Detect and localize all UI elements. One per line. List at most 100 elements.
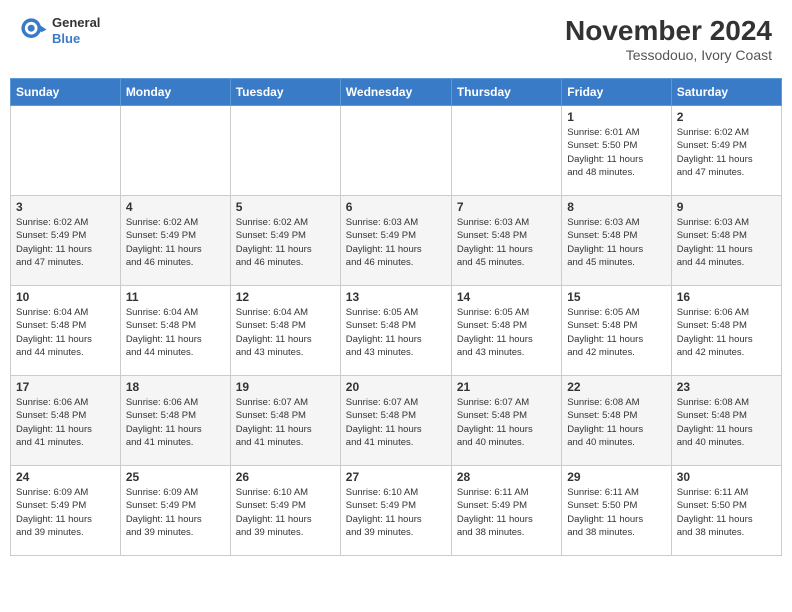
page-title: November 2024 <box>565 15 772 47</box>
calendar-day-header: Thursday <box>451 79 561 106</box>
day-info: Sunrise: 6:05 AM Sunset: 5:48 PM Dayligh… <box>567 306 665 359</box>
calendar-cell: 25 Sunrise: 6:09 AM Sunset: 5:49 PM Dayli… <box>120 466 230 556</box>
calendar-cell: 4Sunrise: 6:02 AM Sunset: 5:49 PM Daylig… <box>120 196 230 286</box>
calendar-cell: 18Sunrise: 6:06 AM Sunset: 5:48 PM Dayli… <box>120 376 230 466</box>
day-info: Sunrise: 6:06 AM Sunset: 5:48 PM Dayligh… <box>677 306 776 359</box>
calendar-body: 1 Sunrise: 6:01 AM Sunset: 5:50 PM Daylig… <box>11 106 782 556</box>
day-info: Sunrise: 6:11 AM Sunset: 5:50 PM Dayligh… <box>567 486 665 539</box>
day-info: Sunrise: 6:03 AM Sunset: 5:48 PM Dayligh… <box>677 216 776 269</box>
day-info: Sunrise: 6:07 AM Sunset: 5:48 PM Dayligh… <box>457 396 556 449</box>
calendar-cell: 19 Sunrise: 6:07 AM Sunset: 5:48 PM Dayli… <box>230 376 340 466</box>
day-number: 6 <box>346 200 446 214</box>
day-info: Sunrise: 6:04 AM Sunset: 5:48 PM Dayligh… <box>236 306 335 359</box>
day-number: 2 <box>677 110 776 124</box>
logo-text: General Blue <box>52 15 100 46</box>
day-info: Sunrise: 6:02 AM Sunset: 5:49 PM Dayligh… <box>126 216 225 269</box>
day-number: 10 <box>16 290 115 304</box>
calendar-cell: 30Sunrise: 6:11 AM Sunset: 5:50 PM Dayli… <box>671 466 781 556</box>
day-info: Sunrise: 6:03 AM Sunset: 5:49 PM Dayligh… <box>346 216 446 269</box>
day-info: Sunrise: 6:11 AM Sunset: 5:49 PM Dayligh… <box>457 486 556 539</box>
calendar-cell: 20 Sunrise: 6:07 AM Sunset: 5:48 PM Dayli… <box>340 376 451 466</box>
day-number: 16 <box>677 290 776 304</box>
day-number: 23 <box>677 380 776 394</box>
calendar-cell: 22Sunrise: 6:08 AM Sunset: 5:48 PM Dayli… <box>562 376 671 466</box>
calendar-cell <box>340 106 451 196</box>
day-number: 19 <box>236 380 335 394</box>
calendar-cell: 12 Sunrise: 6:04 AM Sunset: 5:48 PM Dayli… <box>230 286 340 376</box>
calendar-table: SundayMondayTuesdayWednesdayThursdayFrid… <box>10 78 782 556</box>
day-number: 17 <box>16 380 115 394</box>
day-info: Sunrise: 6:10 AM Sunset: 5:49 PM Dayligh… <box>346 486 446 539</box>
calendar-cell: 29 Sunrise: 6:11 AM Sunset: 5:50 PM Dayli… <box>562 466 671 556</box>
calendar-cell: 9 Sunrise: 6:03 AM Sunset: 5:48 PM Daylig… <box>671 196 781 286</box>
day-number: 28 <box>457 470 556 484</box>
day-info: Sunrise: 6:07 AM Sunset: 5:48 PM Dayligh… <box>346 396 446 449</box>
day-info: Sunrise: 6:03 AM Sunset: 5:48 PM Dayligh… <box>457 216 556 269</box>
calendar-week-row: 24 Sunrise: 6:09 AM Sunset: 5:49 PM Dayli… <box>11 466 782 556</box>
calendar-week-row: 1 Sunrise: 6:01 AM Sunset: 5:50 PM Daylig… <box>11 106 782 196</box>
day-number: 9 <box>677 200 776 214</box>
calendar-week-row: 10 Sunrise: 6:04 AM Sunset: 5:48 PM Dayli… <box>11 286 782 376</box>
day-info: Sunrise: 6:07 AM Sunset: 5:48 PM Dayligh… <box>236 396 335 449</box>
calendar-cell <box>11 106 121 196</box>
calendar-cell: 13Sunrise: 6:05 AM Sunset: 5:48 PM Dayli… <box>340 286 451 376</box>
day-info: Sunrise: 6:10 AM Sunset: 5:49 PM Dayligh… <box>236 486 335 539</box>
calendar-cell <box>451 106 561 196</box>
calendar-cell: 3Sunrise: 6:02 AM Sunset: 5:49 PM Daylig… <box>11 196 121 286</box>
calendar-cell: 2 Sunrise: 6:02 AM Sunset: 5:49 PM Daylig… <box>671 106 781 196</box>
calendar-cell: 10 Sunrise: 6:04 AM Sunset: 5:48 PM Dayli… <box>11 286 121 376</box>
day-info: Sunrise: 6:02 AM Sunset: 5:49 PM Dayligh… <box>16 216 115 269</box>
day-number: 11 <box>126 290 225 304</box>
day-number: 1 <box>567 110 665 124</box>
calendar-cell: 5 Sunrise: 6:02 AM Sunset: 5:49 PM Daylig… <box>230 196 340 286</box>
calendar-cell: 21Sunrise: 6:07 AM Sunset: 5:48 PM Dayli… <box>451 376 561 466</box>
day-info: Sunrise: 6:09 AM Sunset: 5:49 PM Dayligh… <box>16 486 115 539</box>
day-info: Sunrise: 6:03 AM Sunset: 5:48 PM Dayligh… <box>567 216 665 269</box>
page-header: General Blue November 2024 Tessodouo, Iv… <box>10 10 782 68</box>
day-number: 13 <box>346 290 446 304</box>
day-info: Sunrise: 6:09 AM Sunset: 5:49 PM Dayligh… <box>126 486 225 539</box>
day-number: 7 <box>457 200 556 214</box>
calendar-cell: 24 Sunrise: 6:09 AM Sunset: 5:49 PM Dayli… <box>11 466 121 556</box>
day-number: 22 <box>567 380 665 394</box>
calendar-cell: 16 Sunrise: 6:06 AM Sunset: 5:48 PM Dayli… <box>671 286 781 376</box>
day-info: Sunrise: 6:04 AM Sunset: 5:48 PM Dayligh… <box>16 306 115 359</box>
day-info: Sunrise: 6:01 AM Sunset: 5:50 PM Dayligh… <box>567 126 665 179</box>
calendar-header-row: SundayMondayTuesdayWednesdayThursdayFrid… <box>11 79 782 106</box>
day-info: Sunrise: 6:06 AM Sunset: 5:48 PM Dayligh… <box>126 396 225 449</box>
logo-line2: Blue <box>52 31 100 47</box>
calendar-week-row: 3Sunrise: 6:02 AM Sunset: 5:49 PM Daylig… <box>11 196 782 286</box>
calendar-cell: 23 Sunrise: 6:08 AM Sunset: 5:48 PM Dayli… <box>671 376 781 466</box>
day-number: 27 <box>346 470 446 484</box>
calendar-day-header: Saturday <box>671 79 781 106</box>
day-number: 12 <box>236 290 335 304</box>
day-number: 29 <box>567 470 665 484</box>
logo: General Blue <box>20 15 100 46</box>
day-number: 5 <box>236 200 335 214</box>
calendar-day-header: Tuesday <box>230 79 340 106</box>
calendar-cell: 8 Sunrise: 6:03 AM Sunset: 5:48 PM Daylig… <box>562 196 671 286</box>
calendar-cell: 11 Sunrise: 6:04 AM Sunset: 5:48 PM Dayli… <box>120 286 230 376</box>
logo-line1: General <box>52 15 100 31</box>
day-info: Sunrise: 6:04 AM Sunset: 5:48 PM Dayligh… <box>126 306 225 359</box>
day-number: 24 <box>16 470 115 484</box>
day-info: Sunrise: 6:06 AM Sunset: 5:48 PM Dayligh… <box>16 396 115 449</box>
day-info: Sunrise: 6:05 AM Sunset: 5:48 PM Dayligh… <box>457 306 556 359</box>
page-subtitle: Tessodouo, Ivory Coast <box>565 47 772 63</box>
calendar-day-header: Sunday <box>11 79 121 106</box>
day-number: 20 <box>346 380 446 394</box>
title-block: November 2024 Tessodouo, Ivory Coast <box>565 15 772 63</box>
day-number: 25 <box>126 470 225 484</box>
calendar-day-header: Friday <box>562 79 671 106</box>
day-number: 30 <box>677 470 776 484</box>
day-info: Sunrise: 6:08 AM Sunset: 5:48 PM Dayligh… <box>677 396 776 449</box>
day-info: Sunrise: 6:02 AM Sunset: 5:49 PM Dayligh… <box>236 216 335 269</box>
day-number: 8 <box>567 200 665 214</box>
calendar-cell: 28 Sunrise: 6:11 AM Sunset: 5:49 PM Dayli… <box>451 466 561 556</box>
day-number: 26 <box>236 470 335 484</box>
calendar-cell: 17 Sunrise: 6:06 AM Sunset: 5:48 PM Dayli… <box>11 376 121 466</box>
calendar-cell: 14Sunrise: 6:05 AM Sunset: 5:48 PM Dayli… <box>451 286 561 376</box>
day-info: Sunrise: 6:02 AM Sunset: 5:49 PM Dayligh… <box>677 126 776 179</box>
calendar-cell <box>230 106 340 196</box>
day-number: 15 <box>567 290 665 304</box>
